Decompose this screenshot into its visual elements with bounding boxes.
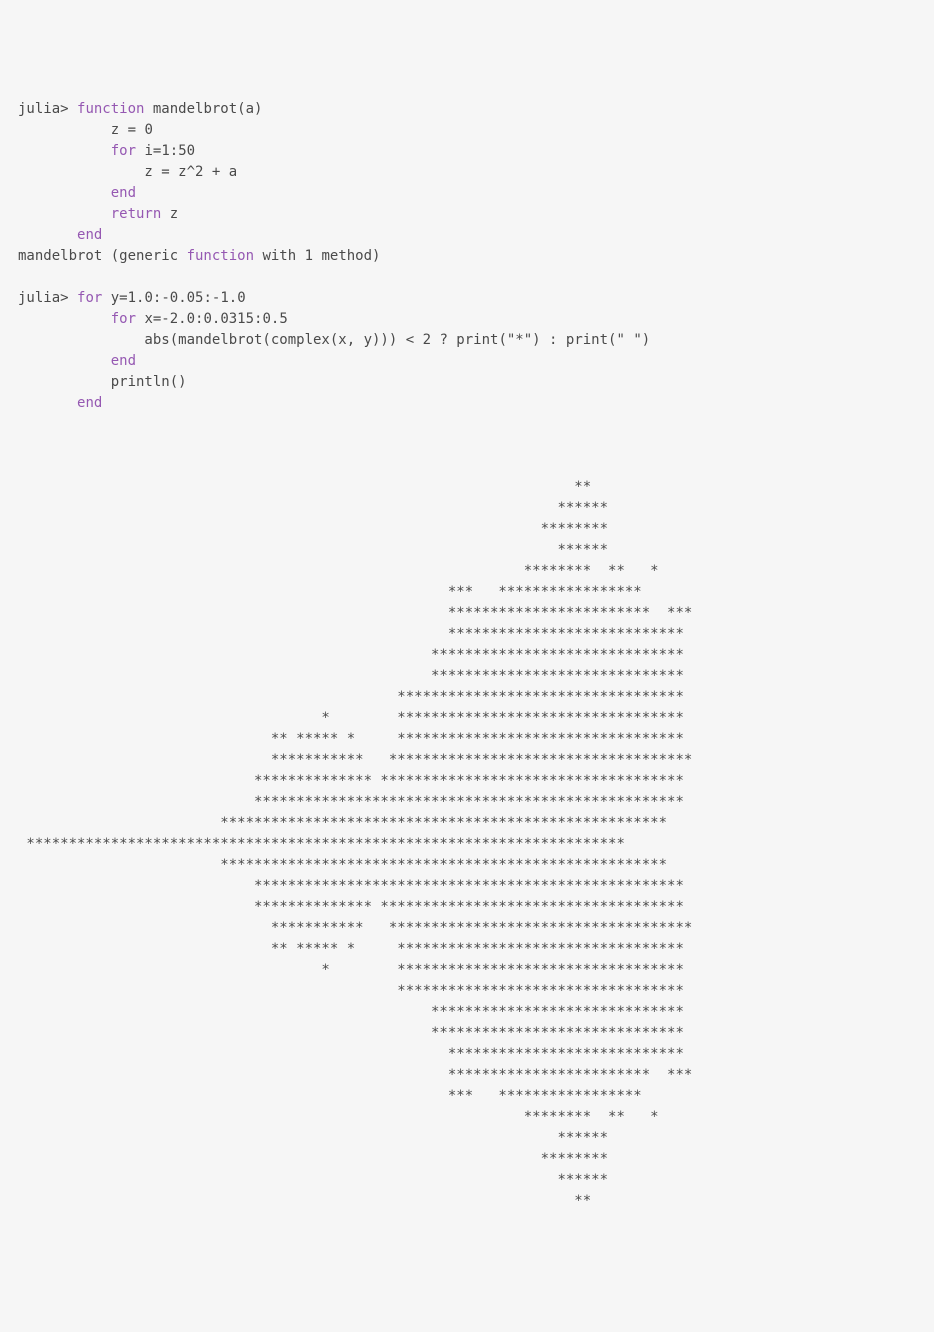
keyword-end: end [111,353,136,369]
keyword-for: for [111,311,136,327]
keyword-end: end [111,185,136,201]
mandelbrot-output: ** ****** ******** [18,414,916,1212]
keyword-function: function [77,101,144,117]
prompt: julia> [18,101,69,117]
keyword-for: for [111,143,136,159]
repl-result: mandelbrot (generic [18,248,187,264]
keyword-end: end [77,227,102,243]
keyword-return: return [111,206,162,222]
keyword-for: for [77,290,102,306]
julia-repl-session: julia> function mandelbrot(a) z = 0 for … [18,99,916,1212]
keyword-end: end [77,395,102,411]
prompt: julia> [18,290,69,306]
